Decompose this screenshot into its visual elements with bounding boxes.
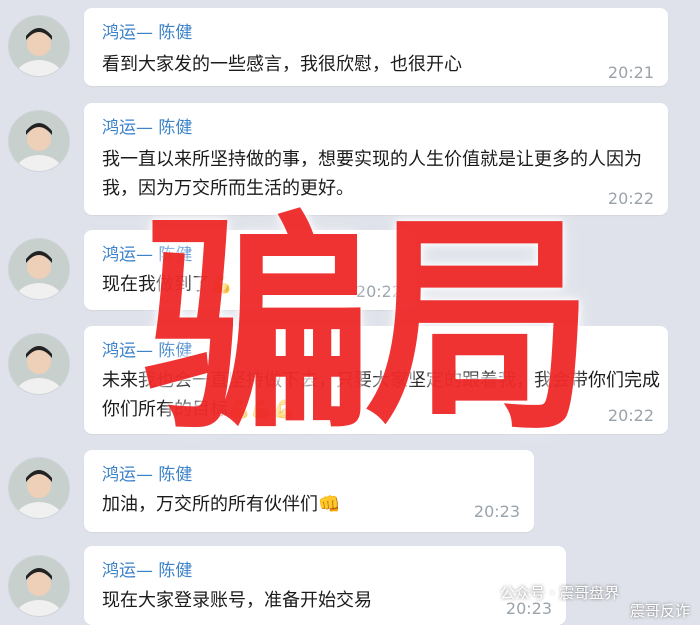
watermark-name: 震哥反诈 (629, 602, 690, 620)
watermark-source: 公众号 · 震哥盘界 (500, 584, 620, 602)
message-time: 20:21 (607, 63, 654, 82)
sender-name: 鸿运— 陈健 (102, 118, 193, 138)
scam-overlay-text: 骗局 (142, 194, 595, 461)
message-text: 现在大家登录账号，准备开始交易 (102, 590, 372, 611)
avatar[interactable] (8, 110, 70, 172)
avatar[interactable] (8, 555, 70, 617)
avatar[interactable] (8, 333, 70, 395)
message-bubble[interactable]: 鸿运— 陈健 现在大家登录账号，准备开始交易 20:23 (84, 546, 566, 625)
sender-name: 鸿运— 陈健 (102, 561, 193, 581)
avatar[interactable] (8, 457, 70, 519)
message-text: 加油，万交所的所有伙伴们👊 (102, 494, 341, 515)
message-bubble[interactable]: 鸿运— 陈健 看到大家发的一些感言，我很欣慰，也很开心 20:21 (84, 8, 668, 86)
message-time: 20:23 (473, 502, 520, 521)
sender-name: 鸿运— 陈健 (102, 23, 193, 43)
message-text: 看到大家发的一些感言，我很欣慰，也很开心 (102, 54, 462, 75)
avatar[interactable] (8, 15, 70, 77)
avatar[interactable] (8, 238, 70, 300)
